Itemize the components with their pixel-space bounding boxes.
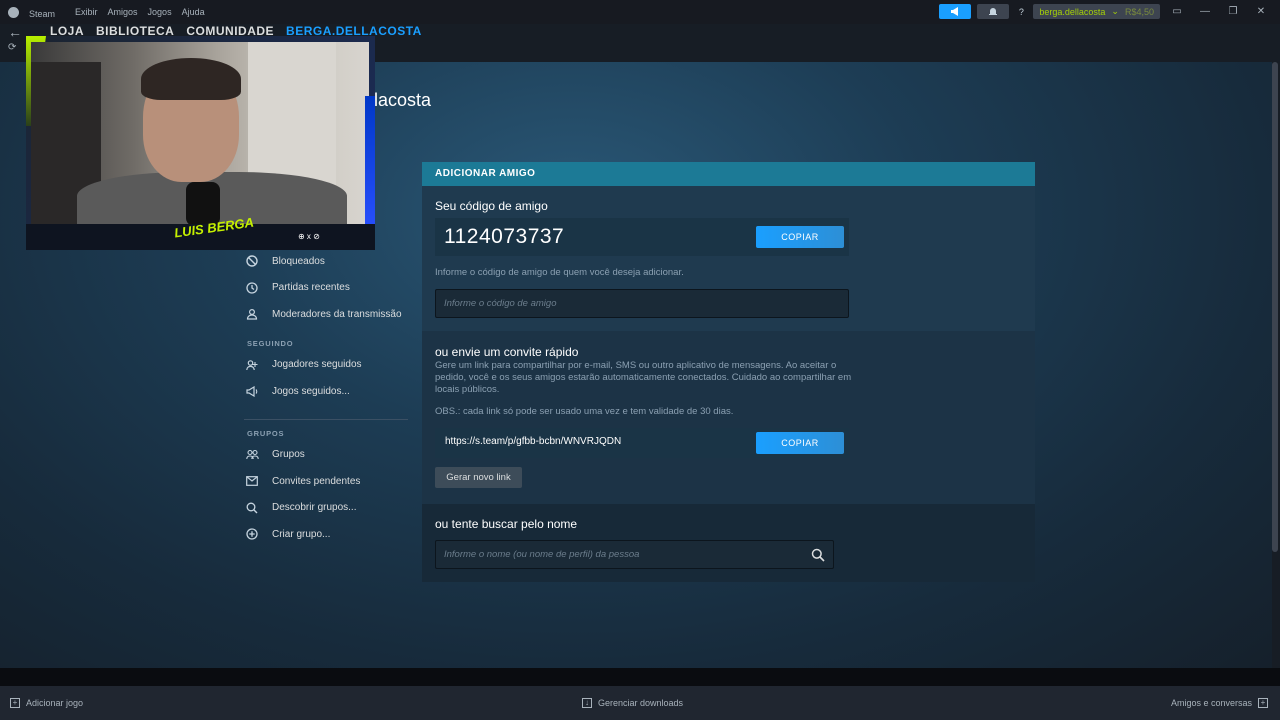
friend-code-title: Seu código de amigo (435, 199, 548, 213)
menu-exibir[interactable]: Exibir (75, 7, 98, 17)
plus-icon: + (10, 698, 20, 708)
friend-code-section: Seu código de amigo 1124073737 COPIAR In… (422, 186, 1035, 331)
account-menu[interactable]: berga.dellacosta ⌄ R$4,50 (1033, 4, 1160, 19)
invite-link-box: https://s.team/p/gfbb-bcbn/WNVRJQDN COPI… (435, 428, 849, 458)
sidebar-item-jogos-seguidos[interactable]: Jogos seguidos... (244, 378, 414, 405)
account-name: berga.dellacosta (1039, 6, 1106, 17)
sidebar-item-label: Descobrir grupos... (272, 502, 357, 514)
profile-name: llacosta (370, 90, 432, 110)
webcam-overlay: LUIS BERGA ⊕ x ⊘ (26, 36, 375, 250)
friends-sidebar: Bloqueados Partidas recentes Moderadores… (244, 248, 414, 548)
sidebar-item-bloqueados[interactable]: Bloqueados (244, 248, 414, 275)
webcam-person-hair (141, 58, 241, 100)
help-button[interactable]: ? (1015, 4, 1027, 19)
manage-downloads-button[interactable]: ↓ Gerenciar downloads (582, 698, 683, 708)
plus-circle-icon (244, 528, 272, 540)
friend-code-input[interactable]: Informe o código de amigo (435, 289, 849, 318)
search-title: ou tente buscar pelo nome (435, 517, 578, 531)
bell-icon (989, 8, 998, 15)
sidebar-item-descobrir-grupos[interactable]: Descobrir grupos... (244, 495, 414, 522)
sidebar-item-label: Grupos (272, 449, 305, 461)
sidebar-item-criar-grupo[interactable]: Criar grupo... (244, 521, 414, 548)
search-name-input[interactable]: Informe o nome (ou nome de perfil) da pe… (435, 540, 834, 569)
announcements-button[interactable] (939, 4, 972, 19)
wallet-balance: R$4,50 (1124, 6, 1154, 17)
status-bar: + Adicionar jogo ↓ Gerenciar downloads A… (0, 686, 1280, 720)
sidebar-item-moderadores[interactable]: Moderadores da transmissão (244, 301, 414, 328)
add-game-button[interactable]: + Adicionar jogo (10, 698, 83, 708)
panel-header: ADICIONAR AMIGO (422, 162, 1035, 186)
sidebar-divider (244, 418, 408, 420)
menu-amigos[interactable]: Amigos (108, 7, 138, 17)
minimize-icon[interactable]: — (1194, 4, 1216, 19)
search-by-name-section: ou tente buscar pelo nome Informe o nome… (422, 504, 1035, 582)
steam-logo-icon (8, 6, 19, 18)
section-groups: GRUPOS (247, 428, 285, 438)
block-icon (244, 255, 272, 267)
menu-jogos[interactable]: Jogos (148, 7, 172, 17)
copy-link-button[interactable]: COPIAR (756, 432, 844, 454)
add-game-label: Adicionar jogo (26, 698, 84, 708)
invite-link[interactable]: https://s.team/p/gfbb-bcbn/WNVRJQDN (445, 436, 621, 447)
quick-invite-description: Gere um link para compartilhar por e-mai… (435, 360, 852, 395)
sidebar-item-label: Jogadores seguidos (272, 359, 362, 371)
search-icon (244, 502, 272, 514)
big-picture-icon[interactable]: ▭ (1166, 4, 1188, 19)
maximize-icon[interactable]: ❐ (1222, 4, 1244, 19)
menu-ajuda[interactable]: Ajuda (182, 7, 205, 17)
downloads-label: Gerenciar downloads (598, 698, 684, 708)
friend-code-box: 1124073737 COPIAR (435, 218, 849, 256)
menu-steam-label: Steam (29, 8, 56, 19)
megaphone-icon (951, 7, 959, 16)
title-bar: Steam Exibir Amigos Jogos Ajuda ? berga.… (0, 0, 1280, 24)
sidebar-item-label: Criar grupo... (272, 528, 331, 540)
sidebar-item-convites-pendentes[interactable]: Convites pendentes (244, 468, 414, 495)
followed-players-icon (244, 359, 272, 371)
section-following: SEGUINDO (247, 338, 294, 348)
sidebar-item-label: Moderadores da transmissão (272, 308, 402, 320)
clock-icon (244, 282, 272, 294)
notifications-button[interactable] (977, 4, 1010, 19)
close-icon[interactable]: ✕ (1250, 4, 1272, 19)
quick-invite-title: ou envie um convite rápido (435, 345, 579, 359)
friends-chat-button[interactable]: Amigos e conversas + (1171, 698, 1268, 708)
copy-code-button[interactable]: COPIAR (756, 226, 844, 248)
generate-link-button[interactable]: Gerar novo link (435, 467, 522, 488)
groups-icon (244, 449, 272, 461)
sidebar-item-label: Bloqueados (272, 255, 325, 267)
sidebar-item-grupos[interactable]: Grupos (244, 442, 414, 469)
add-friend-panel: ADICIONAR AMIGO Seu código de amigo 1124… (422, 162, 1035, 582)
search-icon[interactable] (811, 548, 825, 562)
download-icon: ↓ (582, 698, 592, 708)
enter-code-hint: Informe o código de amigo de quem você d… (435, 267, 684, 278)
search-name-placeholder: Informe o nome (ou nome de perfil) da pe… (444, 549, 640, 560)
envelope-icon (244, 476, 272, 487)
quick-invite-note: OBS.: cada link só pode ser usado uma ve… (435, 406, 734, 417)
sidebar-item-label: Convites pendentes (272, 475, 361, 487)
sidebar-item-partidas-recentes[interactable]: Partidas recentes (244, 275, 414, 302)
back-arrow-icon[interactable]: ← (8, 24, 22, 40)
quick-invite-section: ou envie um convite rápido Gere um link … (422, 331, 1035, 504)
friends-label: Amigos e conversas (1170, 698, 1252, 708)
sidebar-item-jogadores-seguidos[interactable]: Jogadores seguidos (244, 352, 414, 379)
chat-icon: + (1258, 698, 1268, 708)
sidebar-item-label: Jogos seguidos... (272, 385, 350, 397)
moderator-icon (244, 308, 272, 320)
menu-bar: Steam Exibir Amigos Jogos Ajuda (0, 6, 215, 19)
social-icons: ⊕ x ⊘ (298, 232, 320, 241)
webcam-video (31, 42, 369, 226)
chevron-down-icon: ⌄ (1111, 6, 1119, 16)
refresh-icon[interactable]: ⟳ (8, 40, 22, 56)
menu-steam[interactable]: Steam (8, 6, 65, 19)
webcam-accent-right (365, 96, 375, 236)
sidebar-item-label: Partidas recentes (272, 282, 350, 294)
bottom-strip (0, 668, 1280, 686)
scrollbar[interactable] (1272, 62, 1278, 552)
friend-code-value: 1124073737 (444, 225, 565, 248)
followed-games-icon (244, 385, 272, 397)
